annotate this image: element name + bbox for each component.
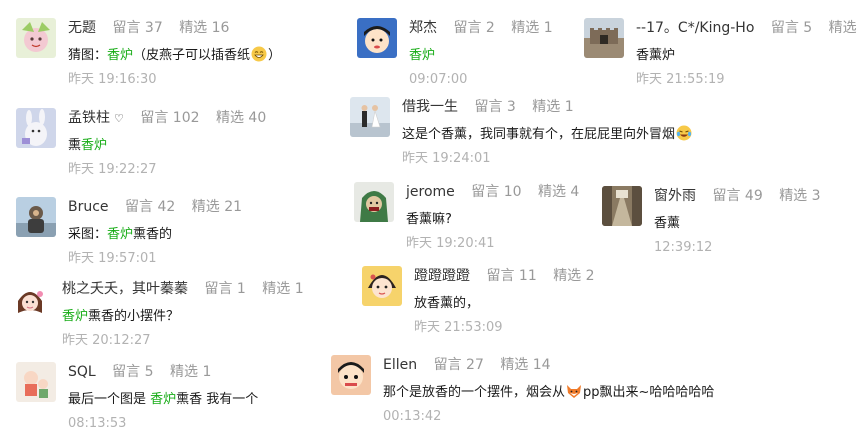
keyword-highlight: 香炉 [107,227,134,242]
pick-count: 精选 1 [511,20,553,36]
timestamp: 昨天 19:57:01 [68,251,157,266]
timestamp: 昨天 19:20:41 [406,236,495,251]
commenter-name[interactable]: 窗外雨 [654,188,696,204]
avatar[interactable] [584,18,624,58]
pick-count: 精选 1 [170,364,212,380]
pick-count: 精选 40 [215,110,267,126]
commenter-name[interactable]: SQL [68,364,96,380]
comment-count: 留言 37 [112,20,163,36]
pick-count: 精选 21 [191,199,243,215]
laugh-cry-emoji [676,125,692,141]
comment-count: 留言 102 [140,110,200,126]
commenter-name[interactable]: 孟铁柱 [68,110,110,126]
comment-count: 留言 49 [712,188,763,204]
commenter-name[interactable]: 无题 [68,20,96,36]
pick-count: 精选 4 [537,184,580,200]
avatar[interactable] [16,362,56,402]
keyword-highlight: 香炉 [62,309,89,324]
commenter-name[interactable]: jerome [406,184,455,200]
avatar[interactable] [331,355,371,395]
avatar[interactable] [16,18,56,58]
timestamp: 12:39:12 [654,240,713,255]
comment-count: 留言 27 [433,357,484,373]
timestamp: 昨天 21:55:19 [636,72,725,87]
pick-count: 精选 3 [779,188,821,204]
pick-count: 精选 1 [262,281,304,297]
keyword-highlight: 香炉 [409,48,436,63]
keyword-highlight: 香炉 [107,48,134,63]
comment-text: 香薰 [654,216,681,231]
fox-emoji [566,383,582,399]
pick-count: 精选 14 [500,357,551,373]
comment-text: 香薰炉 [636,48,676,63]
avatar[interactable] [362,266,402,306]
comment-count: 留言 42 [125,199,176,215]
commenter-name[interactable]: 郑杰 [409,20,437,36]
commenter-name[interactable]: Bruce [68,199,109,215]
pick-count: 精选 16 [179,20,230,36]
comment-text: 熏香炉 [68,138,108,153]
comment-count: 留言 1 [204,281,246,297]
timestamp: 昨天 19:24:01 [402,151,491,166]
timestamp: 昨天 20:12:27 [62,333,151,348]
timestamp: 09:07:00 [409,72,468,87]
comment-count: 留言 11 [486,268,537,284]
comment-text: 香炉 [409,46,435,66]
comment-text: 放香薰的， [414,296,480,311]
commenter-name[interactable]: 桃之夭夭，其叶蓁蓁 [62,281,188,297]
commenter-name[interactable]: 蹬蹬蹬蹬 [414,268,470,284]
pick-count: 精选 1 [828,20,857,36]
comment-text: 香薰嘛? [406,212,452,227]
avatar[interactable] [354,182,394,222]
avatar[interactable] [16,108,56,148]
comment-text: 那个是放香的一个摆件，烟会从 pp飘出来~哈哈哈哈哈 [383,383,715,400]
comment-text: 香炉熏香的小摆件？ [62,309,180,324]
comment-text: 采图：香炉熏香的 [68,227,173,242]
avatar[interactable] [10,283,50,323]
comment-text: 猜图：香炉（皮燕子可以插香纸） [68,46,282,63]
timestamp: 昨天 21:53:09 [414,320,503,335]
pick-count: 精选 2 [553,268,595,284]
timestamp: 08:13:53 [68,416,127,431]
avatar[interactable] [16,197,56,237]
grin-emoji [251,46,267,62]
commenter-name[interactable]: --17。C*/King-Ho [636,20,754,36]
keyword-highlight: 香炉 [81,138,108,153]
keyword-highlight: 香炉 [150,392,177,407]
comment-count: 留言 3 [474,99,516,115]
avatar[interactable] [602,186,642,226]
comment-text: 这是个香薰，我同事就有个，在屁屁里向外冒烟 [402,125,693,145]
pick-count: 精选 1 [532,99,574,115]
comment-count: 留言 2 [453,20,495,36]
avatar[interactable] [350,97,390,137]
timestamp: 昨天 19:16:30 [68,72,157,87]
comment-count: 留言 5 [112,364,154,380]
heart-icon: ♡ [114,112,124,125]
comment-text: 最后一个图是 香炉熏香 我有一个 [68,392,259,407]
commenter-name[interactable]: Ellen [383,357,417,373]
timestamp: 昨天 19:22:27 [68,162,157,177]
comment-count: 留言 10 [471,184,522,200]
timestamp: 00:13:42 [383,409,442,424]
commenter-name[interactable]: 借我一生 [402,99,458,115]
avatar[interactable] [357,18,397,58]
comment-count: 留言 5 [770,20,813,36]
